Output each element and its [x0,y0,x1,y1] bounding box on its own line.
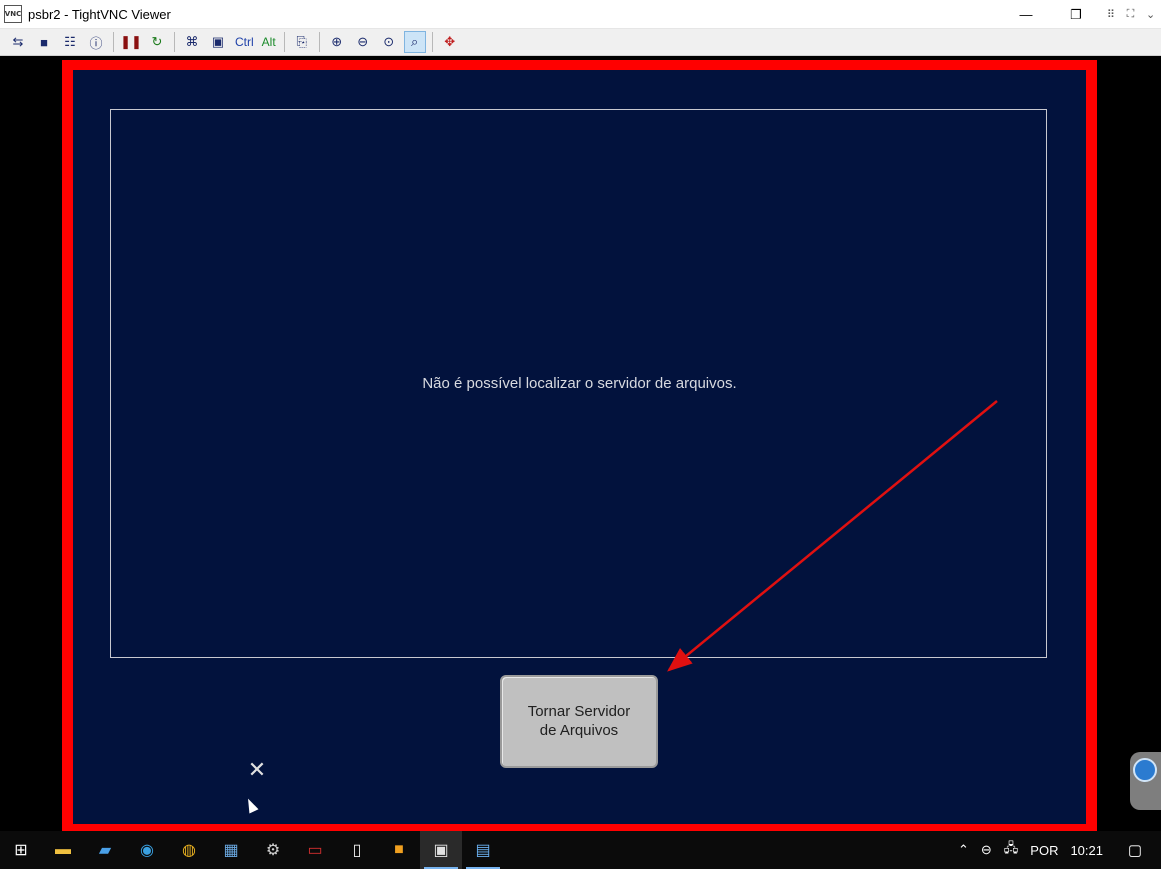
fullscreen-icon[interactable]: ✥ [439,31,461,53]
control-panel-icon[interactable]: ▦ [210,831,252,869]
window-title: psbr2 - TightVNC Viewer [28,6,171,22]
info-icon[interactable]: ⓘ [85,31,107,53]
tightvnc-taskbar-icon[interactable]: ▣ [420,831,462,869]
save-icon[interactable]: ■ [33,31,55,53]
network-icon[interactable]: 🖧 [1004,839,1019,861]
windows-taskbar: ⊞ ▬ ▰ ◉ ◍ ▦ ⚙ ▭ ▯ ■ ▣ ▤ ⌃ ⊖ 🖧 POR 10:21 … [0,831,1161,869]
tightvnc-app-icon[interactable]: VNC [4,5,22,23]
toolbar-separator [283,32,285,52]
error-message: Não é possível localizar o servidor de a… [422,375,737,392]
remote-desktop-view[interactable]: Não é possível localizar o servidor de a… [0,57,1161,834]
restore-button[interactable]: ❐ [1051,0,1101,29]
minimize-button[interactable]: — [1001,0,1051,29]
clipboard-icon[interactable]: ⎘ [291,31,313,53]
settings-gear-icon[interactable]: ⚙ [252,831,294,869]
ctrl-esc-icon[interactable]: ▣ [207,31,229,53]
new-connection-icon[interactable]: ⇆ [7,31,29,53]
notification-icon[interactable]: ▢ [1115,841,1155,859]
orange-app-icon[interactable]: ■ [378,831,420,869]
clock[interactable]: 10:21 [1070,843,1103,858]
vnc-toolbar: ⇆ ■ ☷ ⓘ ❚❚ ↻ ⌘ ▣ Ctrl Alt ⎘ ⊕ ⊖ ⊙ ⌕ ✥ [0,29,1161,56]
mouse-cursor-icon [243,796,259,814]
make-file-server-button[interactable]: Tornar Servidor de Arquivos [500,675,658,768]
toolbar-separator [318,32,320,52]
chevron-down-icon[interactable]: ⌄ [1146,8,1155,21]
refresh-icon[interactable]: ↻ [146,31,168,53]
server-manager-icon[interactable]: ▰ [84,831,126,869]
toolbar-separator [113,32,114,52]
message-panel: Não é possível localizar o servidor de a… [110,109,1047,658]
remote-screen[interactable]: Não é possível localizar o servidor de a… [73,70,1086,824]
chevron-up-icon[interactable]: ⌃ [958,842,969,858]
window-titlebar: VNC psbr2 - TightVNC Viewer — ❐ ⠿ ⛶ ⌄ [0,0,1161,29]
language-indicator[interactable]: POR [1030,843,1058,858]
pause-icon[interactable]: ❚❚ [120,31,142,53]
options-icon[interactable]: ☷ [59,31,81,53]
teamviewer-side-tab[interactable] [1130,752,1161,810]
remote-desktop-icon[interactable]: ▤ [462,831,504,869]
alt-key-button[interactable]: Alt [260,31,278,53]
zoom-in-icon[interactable]: ⊕ [326,31,348,53]
zoom-100-icon[interactable]: ⊙ [378,31,400,53]
ctrl-key-button[interactable]: Ctrl [233,31,256,53]
chrome-icon[interactable]: ◍ [168,831,210,869]
toolbar-separator [431,32,433,52]
file-explorer-icon[interactable]: ▬ [42,831,84,869]
zoom-out-icon[interactable]: ⊖ [352,31,374,53]
zoom-auto-icon[interactable]: ⌕ [403,31,426,53]
teamviewer-icon [1133,758,1157,782]
document-icon[interactable]: ▯ [336,831,378,869]
start-icon[interactable]: ⊞ [0,831,42,869]
close-icon[interactable]: ✕ [246,760,268,782]
grip-icon[interactable]: ⠿ [1107,8,1115,21]
ctrl-alt-del-icon[interactable]: ⌘ [181,31,203,53]
red-app-icon[interactable]: ▭ [294,831,336,869]
teamviewer-tray-icon[interactable]: ⊖ [981,842,992,858]
edge-icon[interactable]: ◉ [126,831,168,869]
system-tray: ⌃ ⊖ 🖧 POR 10:21 ▢ [952,831,1161,869]
fullscreen-icon[interactable]: ⛶ [1127,8,1135,21]
toolbar-separator [174,32,175,52]
